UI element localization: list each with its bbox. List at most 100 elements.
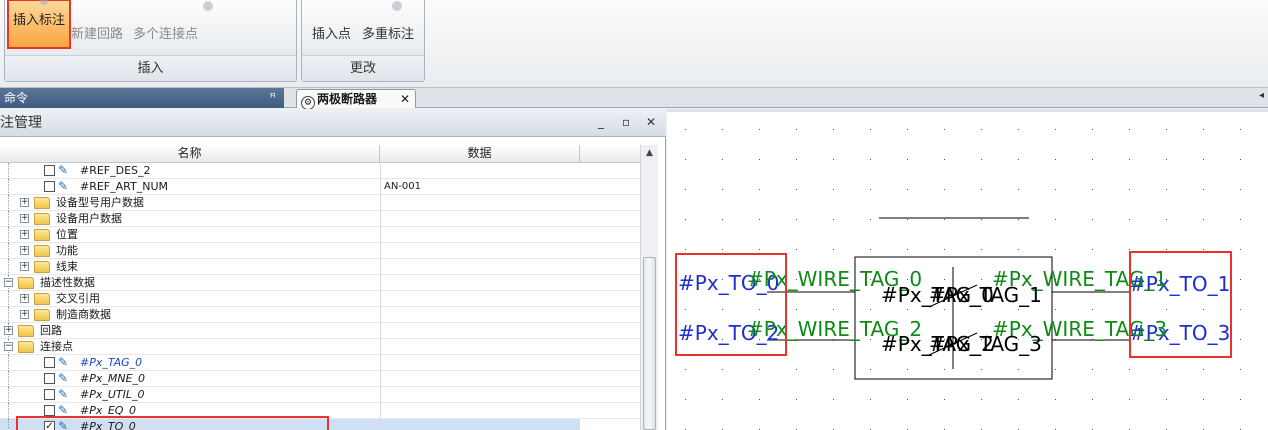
tree-row-name-cell[interactable]: + 线束 [0, 259, 380, 275]
tree-row-value[interactable] [380, 211, 580, 227]
folder-icon [34, 245, 50, 257]
tree-row-name-cell[interactable]: − 描述性数据 [0, 275, 380, 291]
tree-row-label: 描述性数据 [40, 276, 95, 289]
row-checkbox[interactable] [44, 373, 55, 384]
tree-row-value[interactable] [380, 291, 580, 307]
tab-scroll-left-icon[interactable]: ◂ [1259, 90, 1264, 101]
row-checkbox[interactable] [44, 181, 55, 192]
tree-row-value[interactable] [380, 163, 580, 179]
tree-row[interactable]: ✎ #REF_DES_2 [0, 163, 640, 179]
tree-row[interactable]: + 功能 [0, 243, 640, 259]
scroll-thumb[interactable] [643, 257, 656, 430]
pin-icon[interactable]: ꟸ [270, 88, 276, 108]
tree-row-label: 设备用户数据 [56, 212, 122, 225]
tree-row-name-cell[interactable]: + 交叉引用 [0, 291, 380, 307]
expand-icon[interactable]: + [20, 214, 29, 223]
scroll-up-icon[interactable]: ▲ [641, 145, 658, 161]
row-checkbox[interactable] [44, 389, 55, 400]
row-checkbox[interactable] [44, 405, 55, 416]
column-header-name[interactable]: 名称 [0, 145, 380, 163]
tree-row-name-cell[interactable]: + 回路 [0, 323, 380, 339]
insert-point-button[interactable]: 插入点 [312, 7, 351, 47]
tree-row-name-cell[interactable]: ✎ #Px_EQ_0 [0, 403, 380, 419]
tree-row[interactable]: + 交叉引用 [0, 291, 640, 307]
minimize-icon[interactable]: _ [598, 115, 604, 129]
command-panel-title: 命令 ꟸ [0, 88, 284, 108]
tree-row-name-cell[interactable]: ✓ ✎ #Px_TO_0 [0, 419, 380, 430]
tab-two-pole-breaker[interactable]: ⚙ 两极断路器 ✕ [296, 89, 416, 110]
label-pen-icon: ✎ [58, 387, 69, 401]
tree-row[interactable]: ✎ #Px_UTIL_0 [0, 387, 640, 403]
multiple-connection-points-button[interactable]: 多个连接点 [133, 1, 213, 47]
tree-row-label: 交叉引用 [56, 292, 100, 305]
tree-row-value[interactable] [380, 243, 580, 259]
tree-row-name-cell[interactable]: + 功能 [0, 243, 380, 259]
collapse-icon[interactable]: − [4, 342, 13, 351]
tree-row[interactable]: + 位置 [0, 227, 640, 243]
tree-row-label: 功能 [56, 244, 78, 257]
tree-row-name-cell[interactable]: ✎ #Px_MNE_0 [0, 371, 380, 387]
tree-row[interactable]: + 设备用户数据 [0, 211, 640, 227]
tree-row-value[interactable] [380, 307, 580, 323]
expand-icon[interactable]: + [20, 246, 29, 255]
tree-row-name-cell[interactable]: + 位置 [0, 227, 380, 243]
collapse-icon[interactable]: − [4, 278, 13, 287]
tree-row[interactable]: + 线束 [0, 259, 640, 275]
tree-row-value[interactable] [380, 403, 580, 419]
tree-row[interactable]: + 设备型号用户数据 [0, 195, 640, 211]
tree-row-name-cell[interactable]: ✎ #Px_UTIL_0 [0, 387, 380, 403]
command-panel-label: 命令 [4, 91, 29, 105]
multi-label-button[interactable]: 多重标注 [362, 1, 414, 47]
tree-row[interactable]: − 描述性数据 [0, 275, 640, 291]
tree-row[interactable]: ✎ #REF_ART_NUM AN-001 [0, 179, 640, 195]
tree-row-value[interactable] [380, 339, 580, 355]
close-icon[interactable]: ✕ [400, 90, 410, 108]
tree-row-value[interactable]: AN-001 [380, 179, 580, 195]
tree-row[interactable]: + 制造商数据 [0, 307, 640, 323]
tree-row-value[interactable] [380, 227, 580, 243]
expand-icon[interactable]: + [20, 310, 29, 319]
tree-row-name-cell[interactable]: + 制造商数据 [0, 307, 380, 323]
restore-icon[interactable]: ▫ [622, 115, 630, 129]
tree-row-name-cell[interactable]: + 设备型号用户数据 [0, 195, 380, 211]
row-checkbox[interactable] [44, 165, 55, 176]
tree-row-name-cell[interactable]: ✎ #REF_DES_2 [0, 163, 380, 179]
row-checkbox[interactable]: ✓ [44, 421, 55, 430]
tree-guide-line [8, 387, 9, 403]
tree-row-value[interactable] [380, 275, 580, 291]
vertical-scrollbar[interactable]: ▲ [640, 145, 658, 430]
new-circuit-button[interactable]: 新建回路 [71, 7, 123, 47]
tree-row-name-cell[interactable]: ✎ #Px_TAG_0 [0, 355, 380, 371]
expand-icon[interactable]: + [20, 198, 29, 207]
tree-row-value[interactable] [380, 259, 580, 275]
insert-label-button[interactable]: 插入标注 [7, 0, 72, 49]
expand-icon[interactable]: + [20, 294, 29, 303]
tree-row[interactable]: − 连接点 [0, 339, 640, 355]
tree-row-label: #REF_DES_2 [80, 164, 151, 177]
tree-row-value[interactable] [380, 195, 580, 211]
tree-row[interactable]: ✎ #Px_EQ_0 [0, 403, 640, 419]
tree-row-name-cell[interactable]: + 设备用户数据 [0, 211, 380, 227]
expand-icon[interactable]: + [4, 326, 13, 335]
row-checkbox[interactable] [44, 357, 55, 368]
tree-row-value[interactable] [380, 355, 580, 371]
expand-icon[interactable]: + [20, 262, 29, 271]
tree-guide-line [8, 291, 9, 307]
tree-guide-line [8, 307, 9, 323]
tree-row-value[interactable] [380, 323, 580, 339]
drawing-canvas[interactable]: #Px_TO_0 #Px_TO_2 #Px_TO_1 #Px_TO_3 #Px_… [667, 109, 1268, 430]
tree-row-value[interactable] [380, 419, 580, 430]
expand-icon[interactable]: + [20, 230, 29, 239]
tree-row[interactable]: + 回路 [0, 323, 640, 339]
tree-row-value[interactable] [380, 387, 580, 403]
tree-row-name-cell[interactable]: ✎ #REF_ART_NUM [0, 179, 380, 195]
column-header-data[interactable]: 数据 [380, 145, 580, 163]
tree-row[interactable]: ✓ ✎ #Px_TO_0 [0, 419, 640, 430]
device-tag-3[interactable]: #Px_TAG_3 [929, 334, 1042, 354]
tree-row[interactable]: ✎ #Px_TAG_0 [0, 355, 640, 371]
close-icon[interactable]: ✕ [646, 115, 656, 129]
device-tag-1[interactable]: #Px_TAG_1 [929, 285, 1042, 305]
tree-row-name-cell[interactable]: − 连接点 [0, 339, 380, 355]
tree-row[interactable]: ✎ #Px_MNE_0 [0, 371, 640, 387]
tree-row-value[interactable] [380, 371, 580, 387]
